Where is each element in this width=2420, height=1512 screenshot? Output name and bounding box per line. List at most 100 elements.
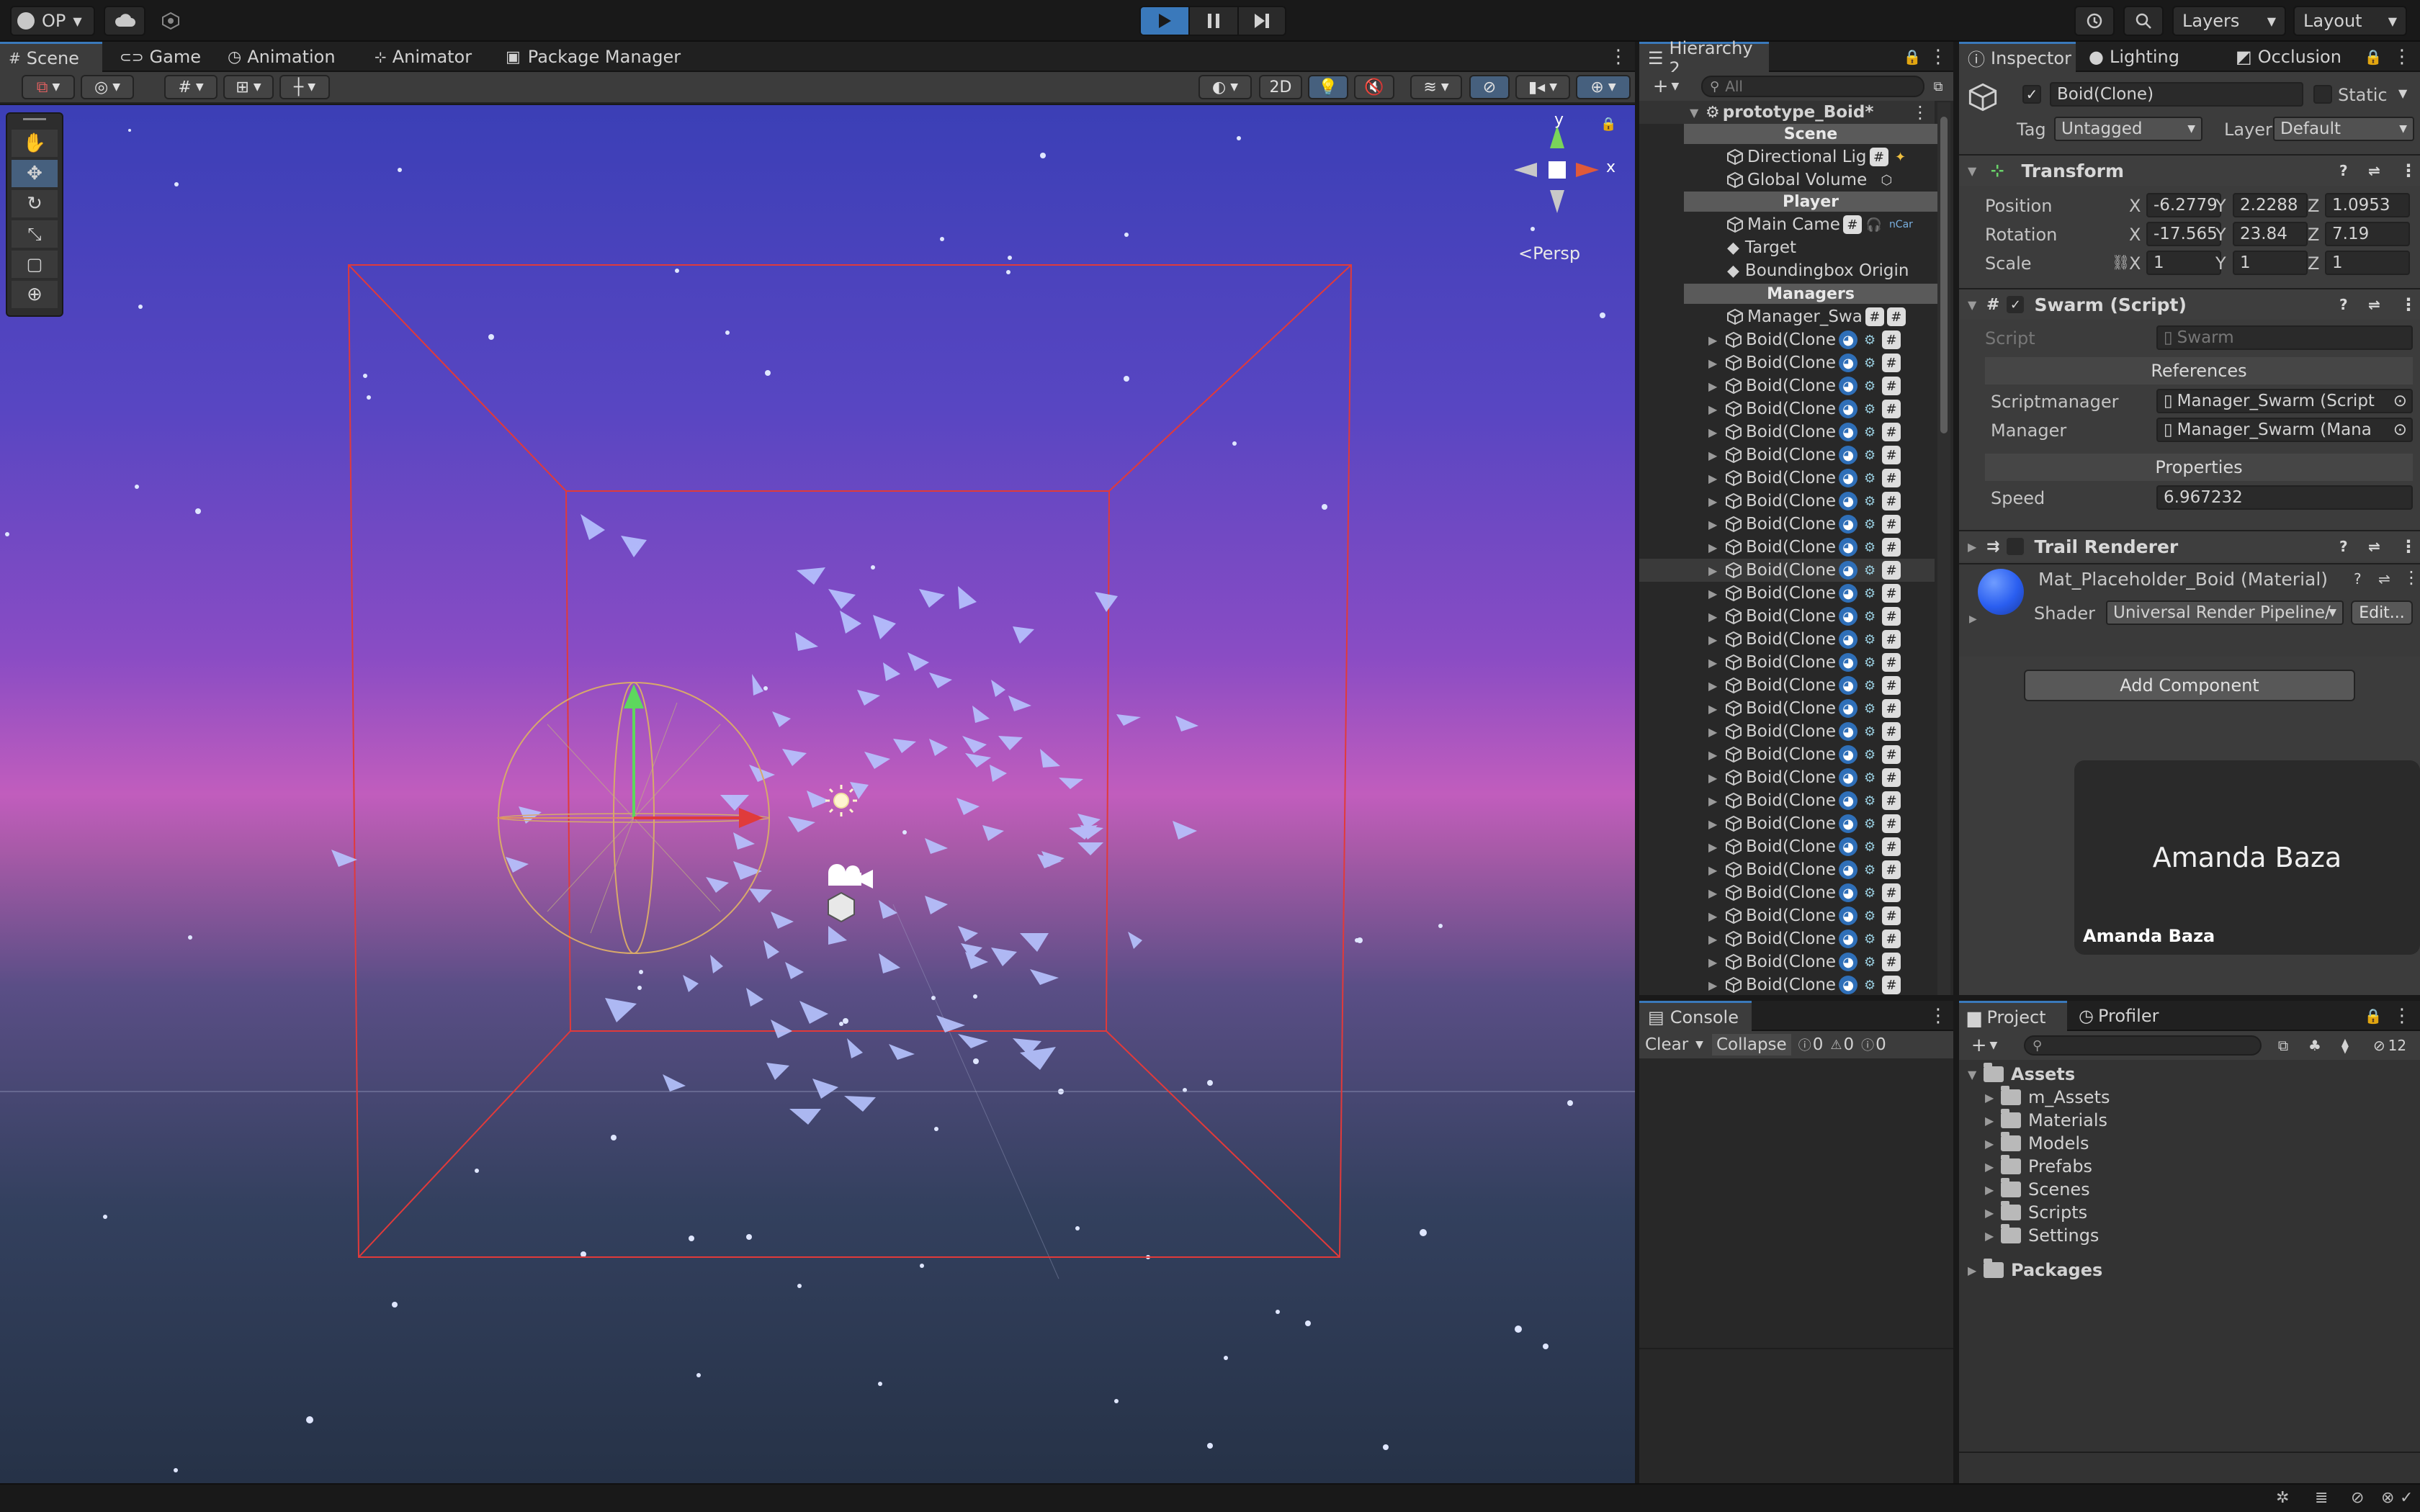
scale-y-field[interactable]: 1 [2233, 251, 2308, 275]
help-icon[interactable]: ? [2339, 538, 2348, 555]
hidden-objects-toggle[interactable]: ⊘ [1469, 75, 1510, 99]
hierarchy-item-boid[interactable]: ▶ Boid(Clone ◕ ⚙ # [1639, 835, 1935, 858]
hierarchy-item-boid[interactable]: ▶ Boid(Clone ◕ ⚙ # [1639, 720, 1935, 743]
hidden-packages-toggle[interactable]: ⊘ 12 [2364, 1034, 2416, 1057]
scale-tool-icon[interactable]: ⤡ [12, 220, 58, 248]
speed-field[interactable]: 6.967232 [2156, 485, 2413, 510]
project-folder[interactable]: ▶ Settings [1985, 1224, 2099, 1247]
project-folder[interactable]: ▶ Scenes [1985, 1178, 2090, 1201]
hierarchy-item-boid[interactable]: ▶ Boid(Clone ◕ ⚙ # [1639, 927, 1935, 950]
axis-label[interactable]: X [2129, 196, 2141, 216]
move-tool-icon[interactable]: ✥ [12, 160, 58, 187]
kebab-menu-icon[interactable]: ⋮ [2400, 294, 2417, 315]
hierarchy-item-boid[interactable]: ▶ Boid(Clone ◕ ⚙ # [1639, 766, 1935, 789]
bug-icon[interactable]: ✲ [2276, 1489, 2289, 1507]
cloud-button[interactable] [104, 6, 145, 36]
kebab-menu-icon[interactable]: ⋮ [2400, 161, 2417, 181]
expand-arrow-icon[interactable]: ▶ [1708, 840, 1724, 854]
expand-arrow-icon[interactable]: ▶ [1708, 426, 1724, 439]
hierarchy-item-boid[interactable]: ▶ Boid(Clone ◕ ⚙ # [1639, 397, 1935, 420]
expand-arrow-icon[interactable]: ▶ [1708, 794, 1724, 808]
hierarchy-item-boid[interactable]: ▶ Boid(Clone ◕ ⚙ # [1639, 536, 1935, 559]
position-x-field[interactable]: -6.2779 [2146, 193, 2221, 217]
object-picker-icon[interactable]: ⊙ [2393, 392, 2407, 410]
settings-icon[interactable]: ⇌ [2368, 296, 2380, 313]
expand-arrow-icon[interactable]: ▶ [1985, 1206, 2001, 1220]
increment-dropdown[interactable]: ┼ ▼ [279, 75, 330, 99]
expand-arrow-icon[interactable]: ▶ [1985, 1229, 2001, 1243]
hierarchy-item-directional-light[interactable]: Directional Lig # ✦ [1639, 145, 1935, 168]
hierarchy-item-boid[interactable]: ▶ Boid(Clone ◕ ⚙ # [1639, 881, 1935, 904]
hierarchy-item-boid[interactable]: ▶ Boid(Clone ◕ ⚙ # [1639, 559, 1935, 582]
expand-arrow-icon[interactable]: ▶ [1985, 1114, 2001, 1128]
tab-animation[interactable]: ◷ Animation [219, 42, 344, 72]
hierarchy-item-boid[interactable]: ▶ Boid(Clone ◕ ⚙ # [1639, 674, 1935, 697]
shading-mode-dropdown[interactable]: ◐ ▼ [1198, 75, 1252, 99]
scrollbar-thumb[interactable] [1940, 117, 1948, 433]
expand-arrow-icon[interactable]: ▶ [1985, 1091, 2001, 1104]
hierarchy-scrollbar[interactable] [1937, 102, 1950, 995]
edit-shader-button[interactable]: Edit... [2351, 600, 2413, 625]
rotation-z-field[interactable]: 7.19 [2325, 222, 2410, 246]
checkmark-icon[interactable]: ✓ [2400, 1489, 2413, 1507]
help-icon[interactable]: ? [2354, 570, 2362, 588]
scene-viewport[interactable]: ✋ ✥ ↻ ⤡ ▢ ⊕ y x 🔒 <Persp [0, 105, 1635, 1483]
axis-label[interactable]: Y [2215, 196, 2226, 216]
hierarchy-item-boid[interactable]: ▶ Boid(Clone ◕ ⚙ # [1639, 444, 1935, 467]
manager-field[interactable]: ▯ Manager_Swarm (Mana ⊙ [2156, 418, 2413, 442]
search-by-label-icon[interactable]: ♣ [2302, 1034, 2328, 1057]
effects-dropdown[interactable]: ≋ ▼ [1410, 75, 1462, 99]
kebab-menu-icon[interactable]: ⋮ [2400, 536, 2417, 557]
shader-dropdown[interactable]: Universal Render Pipeline/▼ [2106, 600, 2344, 625]
orientation-gizmo[interactable]: y x 🔒 [1498, 111, 1628, 228]
scale-x-field[interactable]: 1 [2146, 251, 2221, 275]
search-by-type-icon[interactable]: ⧉ [2270, 1034, 2296, 1057]
expand-arrow-icon[interactable]: ▶ [1708, 564, 1724, 577]
scale-z-field[interactable]: 1 [2325, 251, 2410, 275]
material-preview-sphere[interactable] [1978, 569, 2024, 615]
tab-profiler[interactable]: ◷ Profiler [2070, 1001, 2167, 1031]
expand-arrow-icon[interactable]: ▼ [1968, 164, 1984, 178]
active-checkbox[interactable]: ✓ [2022, 85, 2041, 104]
settings-icon[interactable]: ⇌ [2378, 570, 2390, 588]
stack-icon[interactable]: ≣ [2315, 1489, 2328, 1507]
hierarchy-item-boid[interactable]: ▶ Boid(Clone ◕ ⚙ # [1639, 374, 1935, 397]
grid-dropdown[interactable]: # ▼ [164, 75, 218, 99]
hierarchy-item-boid[interactable]: ▶ Boid(Clone ◕ ⚙ # [1639, 420, 1935, 444]
rotate-tool-icon[interactable]: ↻ [12, 190, 58, 217]
add-component-button[interactable]: Add Component [2024, 670, 2355, 701]
expand-arrow-icon[interactable]: ▶ [1969, 613, 1977, 625]
tab-animator[interactable]: ⊹ Animator [366, 42, 480, 72]
axis-label[interactable]: X [2129, 253, 2141, 274]
expand-arrow-icon[interactable]: ▶ [1708, 333, 1724, 347]
hierarchy-item-boid[interactable]: ▶ Boid(Clone ◕ ⚙ # [1639, 605, 1935, 628]
expand-arrow-icon[interactable]: ▼ [1968, 298, 1984, 312]
gizmo-tool-dropdown[interactable]: ⧉ ▼ [22, 75, 75, 99]
expand-arrow-icon[interactable]: ▶ [1708, 633, 1724, 647]
rotation-x-field[interactable]: -17.565 [2146, 222, 2221, 246]
gizmos-dropdown[interactable]: ⊕ ▼ [1576, 75, 1631, 99]
axis-label[interactable]: Y [2215, 253, 2226, 274]
axis-label[interactable]: Z [2308, 253, 2319, 274]
project-folder[interactable]: ▶ m_Assets [1985, 1086, 2110, 1109]
hierarchy-item-boid[interactable]: ▶ Boid(Clone ◕ ⚙ # [1639, 812, 1935, 835]
expand-arrow-icon[interactable]: ▶ [1708, 356, 1724, 370]
scene-visibility-icon[interactable]: ⧉ [1927, 75, 1949, 98]
kebab-menu-icon[interactable]: ⋮ [2391, 1004, 2413, 1028]
hierarchy-item-boid[interactable]: ▶ Boid(Clone ◕ ⚙ # [1639, 651, 1935, 674]
collab-icon[interactable] [156, 9, 186, 33]
settings-icon[interactable]: ⇌ [2368, 538, 2380, 555]
expand-arrow-icon[interactable]: ▶ [1708, 955, 1724, 969]
enabled-checkbox[interactable] [2007, 538, 2025, 555]
expand-arrow-icon[interactable]: ▶ [1708, 656, 1724, 670]
perspective-toggle[interactable]: <Persp [1518, 243, 1580, 264]
project-folder[interactable]: ▶ Prefabs [1985, 1155, 2092, 1178]
help-icon[interactable]: ? [2339, 296, 2348, 313]
project-folder[interactable]: ▶ Models [1985, 1132, 2089, 1155]
drag-handle[interactable] [23, 118, 46, 120]
expand-arrow-icon[interactable]: ▶ [1708, 702, 1724, 716]
hierarchy-item-target[interactable]: ◆ Target [1639, 236, 1935, 259]
hierarchy-item-global-volume[interactable]: Global Volume ⬡ [1639, 168, 1935, 192]
hierarchy-item-boid[interactable]: ▶ Boid(Clone ◕ ⚙ # [1639, 628, 1935, 651]
lock-icon[interactable]: 🔒 [1901, 45, 1923, 69]
